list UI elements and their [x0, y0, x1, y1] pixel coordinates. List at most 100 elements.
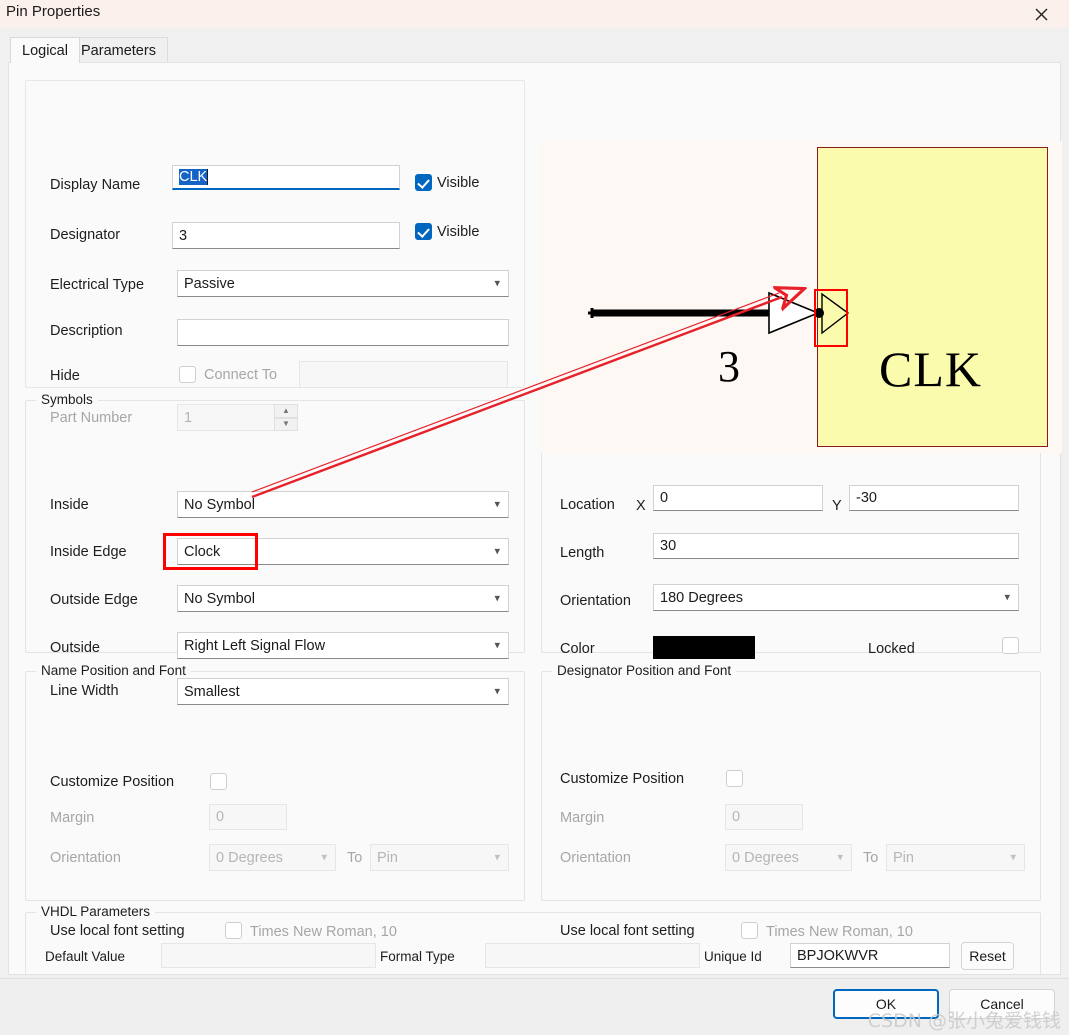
- chevron-down-icon: ▾: [321, 851, 327, 863]
- designator-to-value: Pin: [893, 849, 914, 866]
- cancel-button[interactable]: Cancel: [949, 989, 1055, 1019]
- location-x-input[interactable]: 0: [653, 485, 823, 511]
- chevron-down-icon: ▾: [494, 639, 500, 651]
- description-label: Description: [50, 323, 123, 339]
- designator-input[interactable]: 3: [172, 222, 400, 249]
- chevron-down-icon: ▾: [837, 851, 843, 863]
- designator-value: 3: [179, 227, 188, 244]
- designator-position-group-title: Designator Position and Font: [552, 663, 737, 678]
- location-y-input[interactable]: -30: [849, 485, 1019, 511]
- ok-button-label: OK: [875, 996, 897, 1012]
- tab-logical[interactable]: Logical: [10, 37, 80, 63]
- display-name-input[interactable]: CLK: [172, 165, 400, 190]
- name-margin-label: Margin: [50, 810, 95, 826]
- name-orientation-label: Orientation: [50, 850, 121, 866]
- tab-logical-label: Logical: [22, 42, 68, 59]
- symbols-group: Symbols: [25, 392, 525, 653]
- location-x-value: 0: [660, 490, 669, 506]
- color-swatch[interactable]: [653, 636, 755, 659]
- dialog-body: Display Name CLK Visible Designator 3 Vi…: [8, 62, 1062, 976]
- display-name-value: CLK: [179, 169, 208, 185]
- graphical-orientation-value: 180 Degrees: [660, 589, 744, 606]
- chevron-down-icon: ▾: [1010, 851, 1016, 863]
- color-label: Color: [560, 641, 595, 657]
- locked-checkbox[interactable]: [1002, 637, 1019, 654]
- default-value-label: Default Value: [45, 949, 126, 964]
- name-customize-position-checkbox[interactable]: [210, 773, 227, 790]
- chevron-down-icon: ▾: [494, 277, 500, 289]
- ok-button[interactable]: OK: [833, 989, 939, 1019]
- designator-visible-checkbox[interactable]: [415, 223, 432, 240]
- chevron-down-icon: ▾: [494, 545, 500, 557]
- designator-to-label: To: [863, 850, 879, 866]
- unique-id-input[interactable]: BPJOKWVR: [790, 943, 950, 968]
- electrical-type-select[interactable]: Passive ▾: [177, 270, 509, 297]
- designator-margin-input[interactable]: 0: [725, 804, 803, 830]
- symbols-outside-edge-value: No Symbol: [184, 590, 255, 607]
- connect-to-label: Connect To: [204, 367, 278, 383]
- chevron-down-icon: ▾: [1004, 591, 1010, 603]
- length-value: 30: [660, 538, 677, 554]
- dialog-footer: OK Cancel: [0, 978, 1069, 1035]
- symbols-outside-value: Right Left Signal Flow: [184, 637, 326, 654]
- name-position-group-title: Name Position and Font: [36, 663, 191, 678]
- designator-orientation-value: 0 Degrees: [732, 849, 799, 866]
- symbols-outside-label: Outside: [50, 640, 100, 656]
- symbols-inside-label: Inside: [50, 497, 89, 513]
- chevron-down-icon: ▾: [494, 592, 500, 604]
- display-name-label: Display Name: [50, 177, 141, 193]
- designator-label: Designator: [50, 227, 121, 243]
- designator-margin-value: 0: [732, 809, 741, 825]
- name-margin-input[interactable]: 0: [209, 804, 287, 830]
- name-margin-value: 0: [216, 809, 225, 825]
- location-y-value: -30: [856, 490, 877, 506]
- name-to-select[interactable]: Pin ▾: [370, 844, 509, 871]
- designator-orientation-select[interactable]: 0 Degrees ▾: [725, 844, 852, 871]
- symbols-group-title: Symbols: [36, 392, 98, 407]
- formal-type-label: Formal Type: [380, 949, 455, 964]
- hide-checkbox[interactable]: [179, 366, 196, 383]
- graphical-orientation-label: Orientation: [560, 593, 631, 609]
- connect-to-input[interactable]: [299, 361, 508, 388]
- designator-visible-label: Visible: [437, 224, 480, 240]
- pin-preview-panel: CLK 3: [541, 141, 1062, 453]
- close-icon[interactable]: [1021, 0, 1061, 28]
- length-input[interactable]: 30: [653, 533, 1019, 559]
- default-value-input[interactable]: [161, 943, 376, 968]
- clock-symbol-highlight-box: [814, 289, 848, 347]
- pin-symbol-graphic: [588, 291, 850, 335]
- symbols-inside-select[interactable]: No Symbol ▾: [177, 491, 509, 518]
- name-to-value: Pin: [377, 849, 398, 866]
- display-name-visible-label: Visible: [437, 175, 480, 191]
- name-customize-position-label: Customize Position: [50, 774, 175, 790]
- reset-button[interactable]: Reset: [961, 942, 1014, 970]
- symbols-inside-value: No Symbol: [184, 496, 255, 513]
- unique-id-value: BPJOKWVR: [797, 947, 879, 964]
- formal-type-input[interactable]: [485, 943, 700, 968]
- designator-customize-position-checkbox[interactable]: [726, 770, 743, 787]
- hide-label: Hide: [50, 368, 80, 384]
- symbols-inside-edge-select[interactable]: Clock ▾: [177, 538, 509, 565]
- location-x-label: X: [636, 498, 646, 514]
- window-titlebar: Pin Properties: [0, 0, 1069, 28]
- chevron-down-icon: ▾: [494, 498, 500, 510]
- name-orientation-value: 0 Degrees: [216, 849, 283, 866]
- location-y-label: Y: [832, 498, 842, 514]
- electrical-type-label: Electrical Type: [50, 277, 145, 293]
- symbols-inside-edge-value: Clock: [184, 543, 221, 560]
- symbols-outside-select[interactable]: Right Left Signal Flow ▾: [177, 632, 509, 659]
- symbols-outside-edge-select[interactable]: No Symbol ▾: [177, 585, 509, 612]
- chevron-down-icon: ▾: [494, 851, 500, 863]
- cancel-button-label: Cancel: [980, 996, 1024, 1012]
- reset-button-label: Reset: [969, 948, 1006, 964]
- graphical-orientation-select[interactable]: 180 Degrees ▾: [653, 584, 1019, 611]
- description-input[interactable]: [177, 319, 509, 346]
- symbols-inside-edge-label: Inside Edge: [50, 544, 127, 560]
- name-orientation-select[interactable]: 0 Degrees ▾: [209, 844, 336, 871]
- designator-to-select[interactable]: Pin ▾: [886, 844, 1025, 871]
- unique-id-label: Unique Id: [704, 949, 762, 964]
- display-name-visible-checkbox[interactable]: [415, 174, 432, 191]
- tab-parameters[interactable]: Parameters: [69, 37, 168, 63]
- locked-label: Locked: [868, 641, 915, 657]
- designator-margin-label: Margin: [560, 810, 605, 826]
